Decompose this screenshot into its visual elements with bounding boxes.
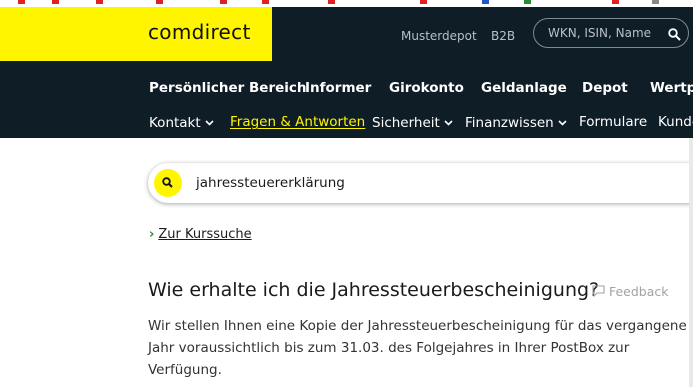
bookmark-icon[interactable] (612, 0, 619, 4)
question-title: Wie erhalte ich die Jahressteuerbeschein… (148, 279, 600, 301)
bookmark-icon[interactable] (52, 0, 59, 4)
bookmark-icon[interactable] (262, 0, 269, 4)
nav-geldanlage[interactable]: Geldanlage (481, 80, 567, 96)
nav-fragen-antworten[interactable]: Fragen & Antworten (230, 114, 365, 130)
chevron-down-icon (444, 114, 453, 130)
site-header: comdirect Musterdepot B2B WKN, ISIN, Nam… (0, 7, 693, 138)
bookmark-icon[interactable] (18, 0, 25, 4)
nav-kontakt-label: Kontakt (149, 115, 201, 131)
nav-informer[interactable]: Informer (305, 80, 371, 96)
nav-kontakt[interactable]: Kontakt (149, 114, 214, 131)
chevron-down-icon (205, 114, 214, 130)
bookmark-icon[interactable] (328, 0, 335, 4)
nav-sicherheit[interactable]: Sicherheit (372, 114, 453, 131)
header-search-placeholder: WKN, ISIN, Name (548, 26, 652, 40)
search-icon[interactable] (154, 169, 182, 197)
chevron-right-icon: › (149, 227, 155, 242)
faq-search-input[interactable]: jahressteuererklärung (148, 163, 693, 203)
faq-search-value: jahressteuererklärung (196, 175, 345, 191)
nav-sicherheit-label: Sicherheit (372, 115, 440, 131)
nav-finanzwissen[interactable]: Finanzwissen (465, 114, 567, 131)
bookmark-icon[interactable] (420, 0, 427, 4)
nav-finanzwissen-label: Finanzwissen (465, 115, 554, 131)
b2b-link[interactable]: B2B (491, 29, 515, 43)
bookmark-icon[interactable] (220, 0, 227, 4)
nav-persoenlicher-bereich[interactable]: Persönlicher Bereich (149, 80, 307, 96)
bookmark-icon[interactable] (652, 0, 659, 4)
bookmark-icon[interactable] (482, 0, 489, 4)
header-search-input[interactable]: WKN, ISIN, Name (533, 18, 689, 48)
bookmark-strip (0, 0, 693, 7)
logo[interactable]: comdirect (0, 7, 272, 61)
logo-text: comdirect (148, 20, 251, 44)
nav-depot[interactable]: Depot (582, 80, 628, 96)
back-link-label: Zur Kurssuche (158, 227, 252, 242)
nav-formulare[interactable]: Formulare (579, 114, 647, 130)
nav-kunde[interactable]: Kunde (658, 114, 693, 130)
speech-bubble-icon (592, 284, 605, 299)
feedback-button[interactable]: Feedback (592, 284, 669, 299)
search-icon[interactable] (668, 26, 681, 45)
answer-text: Wir stellen Ihnen eine Kopie der Jahress… (148, 318, 687, 378)
feedback-label: Feedback (608, 284, 669, 299)
bookmark-icon[interactable] (96, 0, 103, 4)
nav-wertpapiere[interactable]: Wertp (650, 80, 693, 96)
bookmark-icon[interactable] (524, 0, 531, 4)
chevron-down-icon (558, 114, 567, 130)
scrollbar[interactable] (689, 138, 693, 387)
bookmark-icon[interactable] (156, 0, 163, 4)
nav-girokonto[interactable]: Girokonto (389, 80, 464, 96)
musterdepot-link[interactable]: Musterdepot (401, 29, 477, 43)
back-link[interactable]: › Zur Kurssuche (149, 227, 252, 242)
